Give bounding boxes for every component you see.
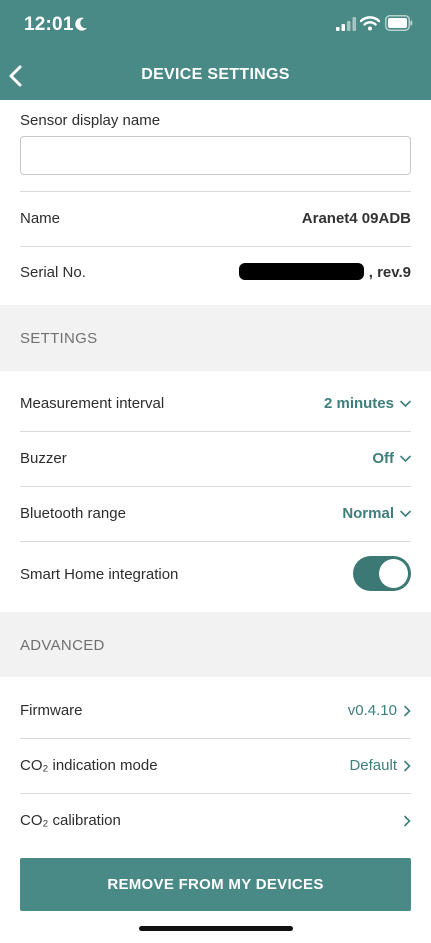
buzzer-value: Off	[372, 450, 394, 467]
measurement-interval-dropdown[interactable]: 2 minutes	[324, 395, 411, 412]
sensor-display-name-label: Sensor display name	[20, 112, 161, 129]
home-indicator	[139, 926, 293, 931]
smart-home-label: Smart Home integration	[20, 566, 179, 583]
smart-home-toggle[interactable]	[353, 556, 411, 591]
divider	[20, 431, 411, 432]
status-bar: 12:01	[0, 0, 431, 50]
header-bar: 12:01 DEVICE SETTINGS	[0, 0, 431, 100]
chevron-down-icon	[400, 510, 411, 518]
co2-indication-mode-link[interactable]: Default	[349, 757, 411, 774]
serial-redaction	[239, 263, 364, 280]
firmware-value: v0.4.10	[347, 702, 397, 719]
buzzer-label: Buzzer	[20, 450, 67, 467]
chevron-down-icon	[400, 455, 411, 463]
serial-revision: , rev.9	[368, 264, 411, 281]
measurement-interval-value: 2 minutes	[323, 395, 394, 412]
bluetooth-range-dropdown[interactable]: Normal	[342, 505, 411, 522]
divider	[20, 793, 411, 794]
bluetooth-range-value: Normal	[342, 505, 394, 522]
measurement-interval-label: Measurement interval	[20, 395, 165, 412]
divider	[20, 541, 411, 542]
chevron-right-icon	[404, 705, 411, 717]
advanced-section-header: ADVANCED	[0, 612, 431, 677]
page-title: DEVICE SETTINGS	[141, 66, 290, 83]
chevron-right-icon	[404, 815, 411, 827]
settings-section-header: SETTINGS	[0, 305, 431, 371]
toggle-knob	[379, 559, 408, 588]
device-name-value: Aranet4 09ADB	[301, 210, 411, 227]
buzzer-dropdown[interactable]: Off	[372, 450, 411, 467]
serial-label: Serial No.	[20, 264, 86, 281]
name-label: Name	[20, 210, 61, 227]
advanced-section-title: ADVANCED	[20, 637, 105, 654]
divider	[20, 486, 411, 487]
divider	[20, 191, 411, 192]
co2-indication-mode-label: CO₂ indication mode	[20, 757, 158, 774]
chevron-right-icon	[404, 760, 411, 772]
co2-indication-mode-value: Default	[349, 757, 397, 774]
co2-calibration-label: CO₂ calibration	[20, 812, 121, 829]
bluetooth-range-label: Bluetooth range	[20, 505, 126, 522]
moon-icon	[75, 17, 87, 31]
remove-from-my-devices-button[interactable]: REMOVE FROM MY DEVICES	[20, 858, 411, 911]
chevron-down-icon	[400, 400, 411, 408]
battery-icon	[385, 15, 413, 31]
sensor-display-name-input[interactable]	[20, 136, 411, 175]
status-time: 12:01	[24, 14, 74, 35]
divider	[20, 738, 411, 739]
firmware-value-link[interactable]: v0.4.10	[348, 702, 411, 719]
settings-section-title: SETTINGS	[20, 330, 98, 347]
firmware-label: Firmware	[20, 702, 83, 719]
wifi-icon	[360, 16, 380, 31]
signal-icon	[336, 17, 356, 31]
co2-calibration-link[interactable]	[397, 812, 411, 829]
divider	[20, 246, 411, 247]
